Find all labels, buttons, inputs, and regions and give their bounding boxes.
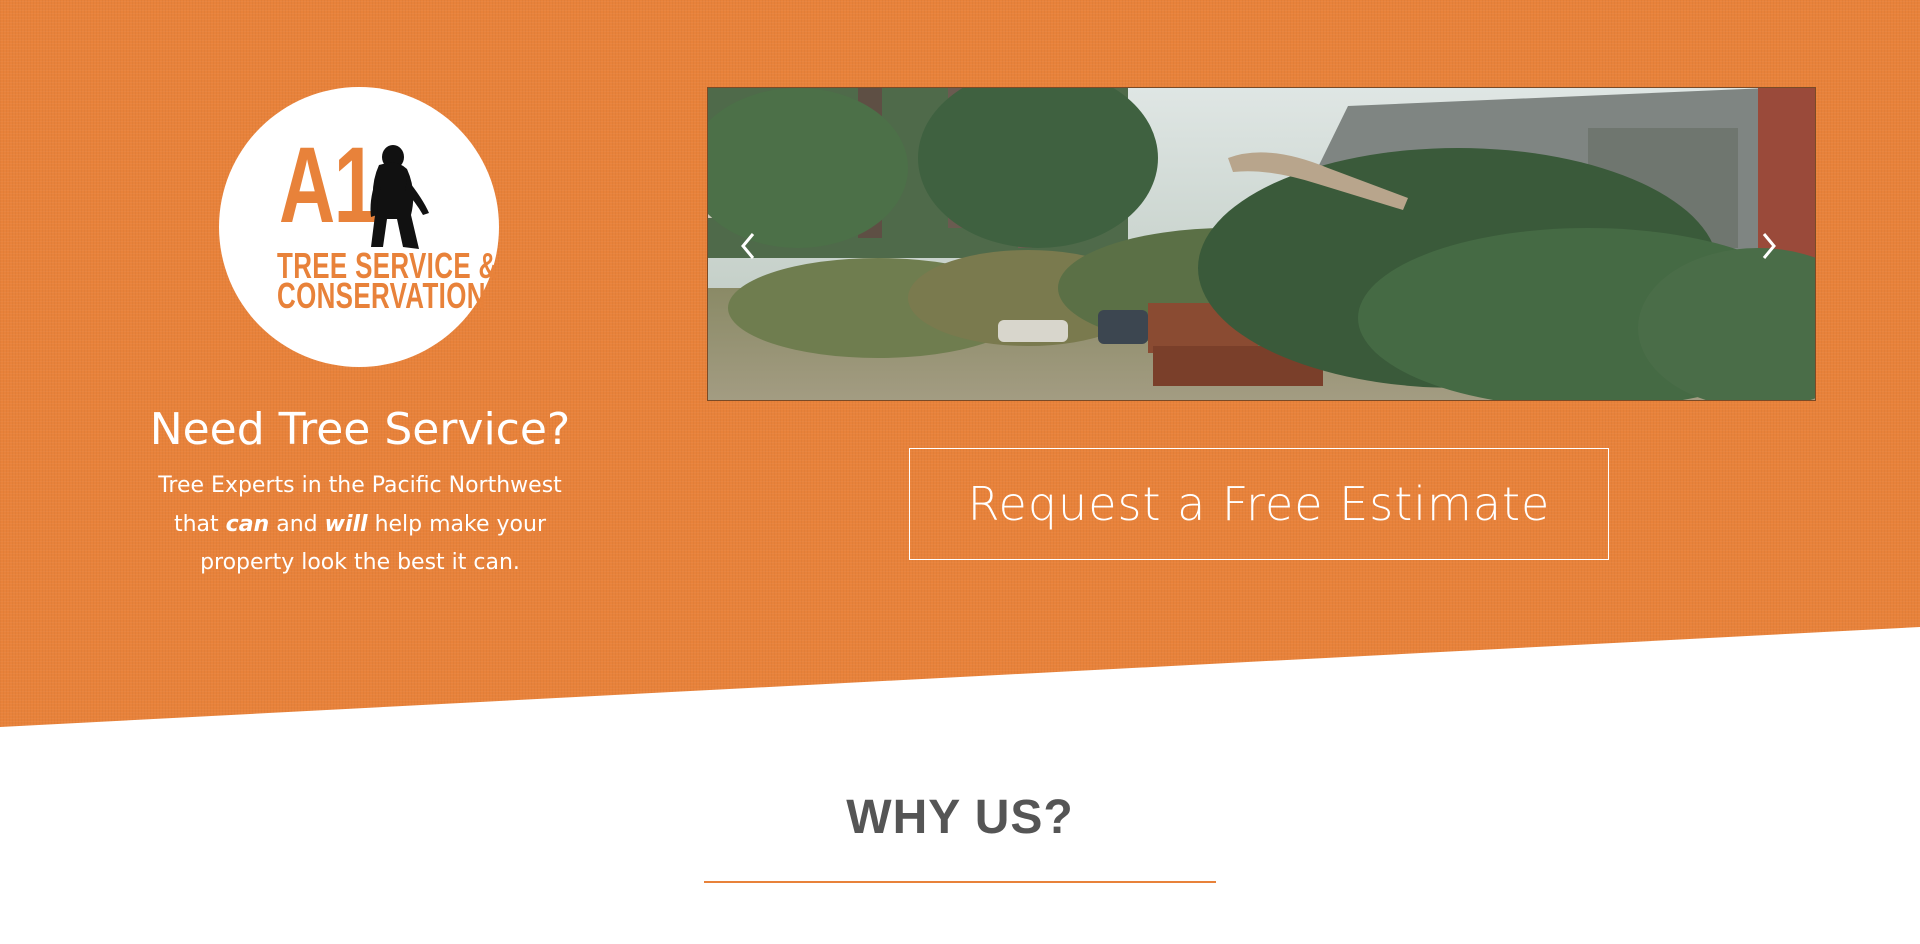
slider-photo-fallen-tree	[708, 88, 1815, 400]
logo-line-conservation: CONSERVATION	[277, 275, 486, 316]
bigfoot-silhouette-icon	[370, 145, 429, 249]
hero-subtitle-line1: Tree Experts in the Pacific Northwest	[158, 473, 562, 498]
chevron-right-icon	[1762, 233, 1776, 259]
slider-next-button[interactable]	[1749, 216, 1789, 276]
hero-subtitle-that: that	[173, 511, 219, 537]
hero-subtitle-and: and	[276, 511, 318, 537]
company-logo[interactable]: A1 TREE SERVICE & CONSERVATION	[219, 87, 499, 367]
chevron-left-icon	[741, 233, 755, 259]
hero-subtitle-line3: property look the best it can.	[200, 550, 520, 575]
hero-title: Need Tree Service?	[149, 404, 571, 455]
hero-subtitle-will: will	[324, 511, 368, 537]
slider-prev-button[interactable]	[728, 216, 768, 276]
hero-subtitle-rest: help make your	[374, 511, 546, 537]
why-us-heading: WHY US?	[846, 791, 1074, 844]
request-estimate-button[interactable]: Request a Free Estimate	[909, 448, 1609, 560]
image-slider[interactable]	[707, 87, 1816, 401]
hero-subtitle-can: can	[225, 511, 270, 537]
hero-subtitle: Tree Experts in the Pacific Northwest th…	[130, 467, 590, 583]
section-divider	[704, 881, 1216, 883]
